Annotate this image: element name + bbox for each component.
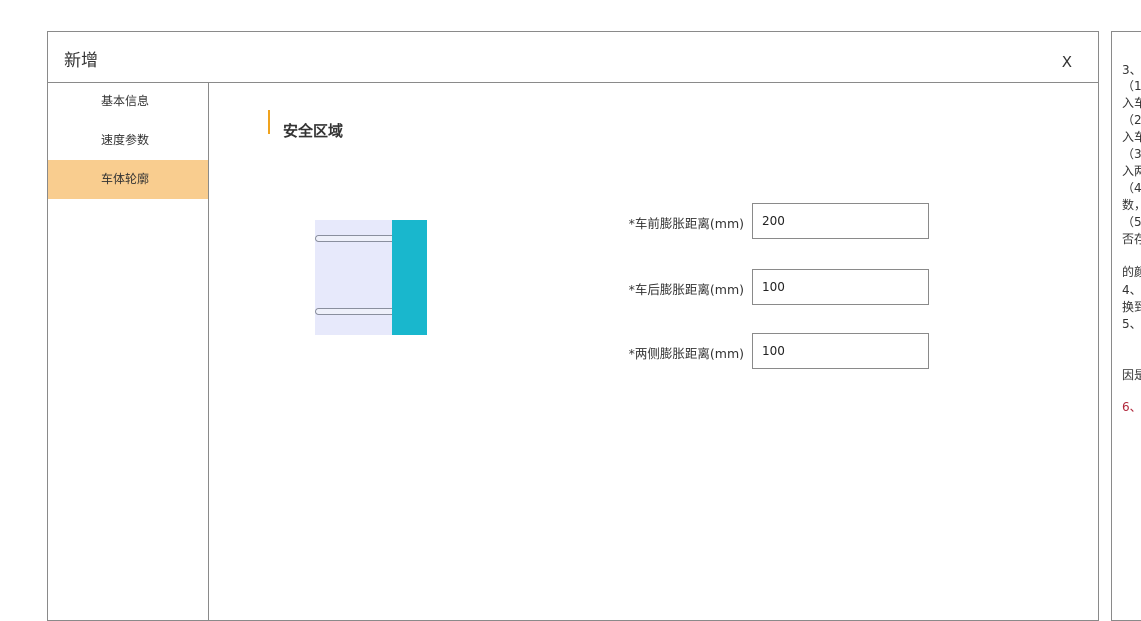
note-line: 3、 xyxy=(1122,63,1141,77)
note-line: 的颜 xyxy=(1122,265,1141,279)
note-line: 入两 xyxy=(1122,164,1141,178)
side-expansion-label: *两侧膨胀距离(mm) xyxy=(628,346,744,361)
dialog-title: 新增 xyxy=(64,51,98,71)
note-line: 入车 xyxy=(1122,96,1141,110)
front-expansion-label: *车前膨胀距离(mm) xyxy=(628,216,744,231)
note-line: （4 xyxy=(1122,181,1141,195)
vehicle-rail-bottom xyxy=(315,308,392,315)
sidebar-item-label: 速度参数 xyxy=(101,133,150,147)
note-line: 因是 xyxy=(1122,368,1141,382)
rear-expansion-input[interactable] xyxy=(752,269,929,305)
sidebar-item-speed-params[interactable]: 速度参数 xyxy=(48,121,208,160)
section-title: 安全区域 xyxy=(283,122,344,140)
note-line: 数， xyxy=(1122,198,1141,212)
close-button[interactable]: X xyxy=(1062,53,1072,71)
sidebar-item-basic-info[interactable]: 基本信息 xyxy=(48,82,208,121)
note-line: （5 xyxy=(1122,215,1141,229)
note-line: 否存 xyxy=(1122,232,1141,246)
note-line: （1 xyxy=(1122,79,1141,93)
rear-expansion-label: *车后膨胀距离(mm) xyxy=(628,282,744,297)
note-line: （2 xyxy=(1122,113,1141,127)
note-line: 6、 xyxy=(1122,400,1141,414)
form-row-rear: *车后膨胀距离(mm) xyxy=(48,269,1098,305)
note-line: 4、 xyxy=(1122,283,1141,297)
note-line: 5、 xyxy=(1122,317,1141,331)
note-line: 入车 xyxy=(1122,130,1141,144)
dialog-header: 新增 X xyxy=(48,32,1098,83)
note-line: （3 xyxy=(1122,147,1141,161)
front-expansion-input[interactable] xyxy=(752,203,929,239)
side-notes-panel: 3、 （1 入车 （2 入车 （3 入两 （4 数， （5 否存 的颜 4、 换… xyxy=(1111,31,1141,621)
side-expansion-input[interactable] xyxy=(752,333,929,369)
form-row-side: *两侧膨胀距离(mm) xyxy=(48,333,1098,369)
add-dialog: 新增 X 基本信息 速度参数 车体轮廓 安全区域 *车前膨胀距离(mm) *车后… xyxy=(47,31,1099,621)
note-line: 换到 xyxy=(1122,300,1141,314)
section-heading: 安全区域 xyxy=(268,110,343,140)
sidebar-item-body-outline[interactable]: 车体轮廓 xyxy=(48,160,208,199)
form-row-front: *车前膨胀距离(mm) xyxy=(48,203,1098,239)
sidebar-item-label: 车体轮廓 xyxy=(101,172,150,186)
sidebar-item-label: 基本信息 xyxy=(101,94,150,108)
